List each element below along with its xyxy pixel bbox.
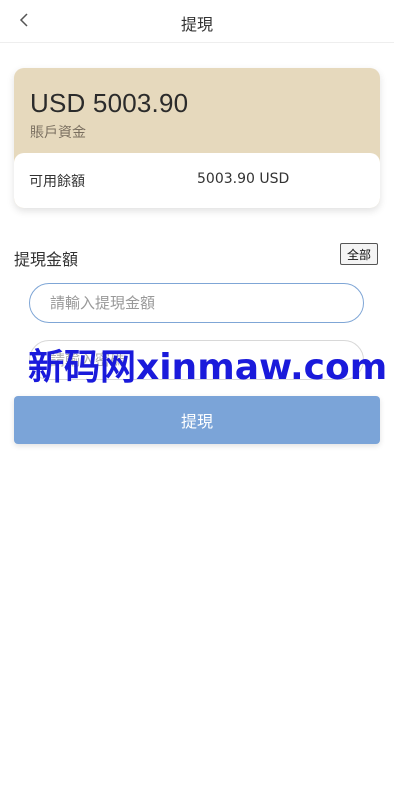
page-title: 提現: [180, 15, 213, 34]
available-balance-label: 可用餘額: [29, 174, 85, 190]
available-balance-value: 5003.90 USD: [197, 171, 290, 187]
balance-card: USD 5003.90 賬戶資金 可用餘額 5003.90 USD: [14, 68, 380, 208]
available-balance-row: 可用餘額 5003.90 USD: [14, 153, 380, 208]
all-amount-button[interactable]: 全部: [340, 243, 378, 265]
balance-label: 賬戶資金: [30, 125, 86, 141]
balance-amount: USD 5003.90: [30, 88, 189, 118]
amount-input[interactable]: [29, 283, 364, 323]
submit-withdraw-button[interactable]: 提現: [14, 396, 380, 444]
nav-bar: 提現: [0, 0, 394, 43]
withdraw-amount-title: 提現金額: [14, 250, 79, 269]
password-input[interactable]: [29, 340, 364, 380]
